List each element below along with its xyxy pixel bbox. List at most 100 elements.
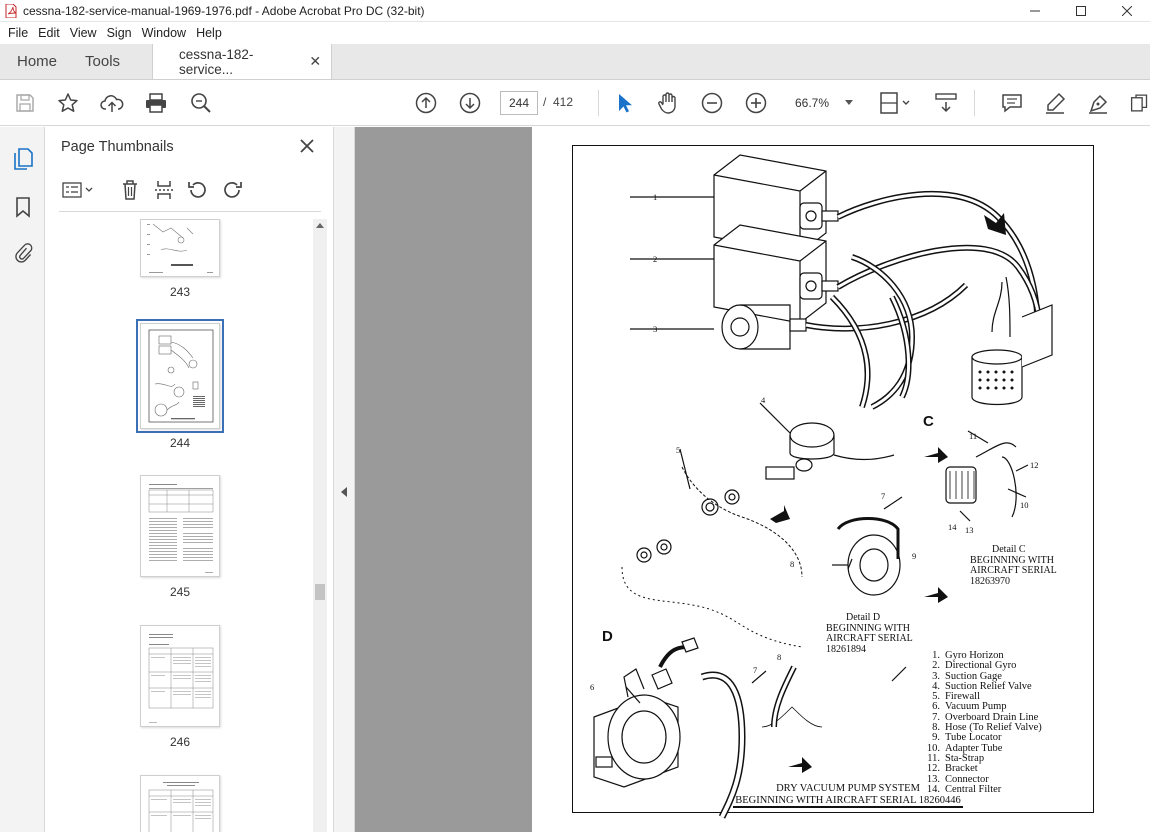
zoom-search-button[interactable] [189,91,213,115]
attachments-toggle[interactable] [11,241,35,265]
callout-number: 4 [761,395,766,405]
comment-button[interactable] [1000,91,1024,115]
menu-help[interactable]: Help [191,26,227,40]
draw-button[interactable] [1087,91,1111,115]
callout-number: 8 [777,652,782,662]
detail-d-line3: AIRCRAFT SERIAL [826,633,913,644]
close-tab-icon[interactable]: ✕ [309,53,321,70]
delete-page-button[interactable] [119,179,141,201]
menu-bar: File Edit View Sign Window Help [0,22,1150,44]
menu-file[interactable]: File [3,26,33,40]
detail-c-caption: Detail C BEGINNING WITH AIRCRAFT SERIAL … [970,544,1057,587]
bookmark-star-button[interactable] [56,91,80,115]
select-tool-button[interactable] [612,91,636,115]
highlight-button[interactable] [1043,91,1067,115]
tab-tools[interactable]: Tools [71,44,134,79]
zoom-out-button[interactable] [700,91,724,115]
next-page-button[interactable] [458,91,482,115]
callout-number: 1 [653,192,658,202]
tab-bar: Home Tools cessna-182-service... ✕ [0,44,1150,80]
more-tools-button[interactable] [1129,91,1150,115]
callout-number: 5 [676,445,681,455]
vacuum-system-illustration [593,154,1053,819]
close-window-button[interactable] [1104,0,1150,22]
close-icon [300,139,314,153]
page-thumbnails-panel: Page Thumbnails 243 244 245 246 [45,127,333,832]
thumbnail-page[interactable] [140,475,220,577]
pen-nib-icon [1089,94,1108,114]
toolbar: 244 / 412 66.7% [0,80,1150,126]
thumbnail-page[interactable] [140,219,220,277]
previous-page-button[interactable] [414,91,438,115]
thumbnail-page-selected[interactable] [136,319,224,433]
maximize-icon [1076,6,1086,16]
hand-icon [658,92,676,114]
minimize-icon [1030,10,1040,12]
thumbnail-page-label: 244 [169,436,191,450]
page-thumbnails-icon [14,148,33,170]
page-fit-button[interactable] [878,91,912,115]
close-panel-button[interactable] [297,136,317,156]
minimize-button[interactable] [1012,0,1058,22]
menu-sign[interactable]: Sign [102,26,137,40]
fit-page-icon [880,92,910,114]
tab-document-label: cessna-182-service... [179,46,254,77]
document-viewer[interactable]: 1 2 3 4 5 7 8 9 11 12 10 14 13 6 7 8 C D… [355,127,1150,832]
thumbnail-list: 243 244 245 246 [45,219,313,832]
collapse-panel-icon[interactable] [341,487,347,497]
bookmark-icon [16,197,30,218]
magnifier-icon [191,93,211,113]
tab-home[interactable]: Home [0,44,71,79]
menu-edit[interactable]: Edit [33,26,65,40]
detail-letter-c: C [923,413,934,430]
close-icon [1122,6,1132,16]
scroll-mode-button[interactable] [934,91,958,115]
highlighter-pen-icon [1046,92,1066,114]
callout-number: 6 [590,682,595,692]
extract-page-button[interactable] [153,179,175,201]
parts-legend: 1. Gyro Horizon 2. Directional Gyro 3. Suct… [924,650,1042,795]
callout-number: 7 [753,665,758,675]
callout-number: 11 [969,431,978,441]
print-button[interactable] [144,91,168,115]
figure-caption-line1: DRY VACUUM PUMP SYSTEM [776,783,920,794]
thumbnail-page-label: 243 [169,285,191,299]
window-title: cessna-182-service-manual-1969-1976.pdf … [23,3,425,18]
save-button[interactable] [13,91,37,115]
page-thumbnails-toggle[interactable] [11,147,35,171]
rotate-left-button[interactable] [187,179,209,201]
maximize-button[interactable] [1058,0,1104,22]
hand-tool-button[interactable] [656,91,680,115]
scrollbar-thumb[interactable] [315,584,325,600]
plus-circle-icon [745,92,767,114]
thumbnail-scrollbar[interactable] [313,219,327,832]
menu-view[interactable]: View [65,26,102,40]
thumbnail-options-button[interactable] [61,179,95,201]
save-icon [16,94,34,112]
callout-number: 2 [653,254,658,264]
tab-document[interactable]: cessna-182-service... ✕ [152,44,333,79]
callout-number: 3 [653,324,658,334]
trash-icon [123,180,137,200]
star-icon [58,93,78,112]
menu-window[interactable]: Window [137,26,191,40]
zoom-in-button[interactable] [744,91,768,115]
share-button[interactable] [100,91,124,115]
chevron-down-icon [845,100,853,105]
panel-title: Page Thumbnails [61,139,174,155]
page-number-input[interactable]: 244 [500,91,538,115]
callout-number: 8 [790,559,795,569]
detail-c-line1: Detail C [992,544,1026,555]
thumbnail-page[interactable] [140,625,220,727]
page-separator: / [543,95,547,109]
zoom-level-dropdown[interactable]: 66.7% [787,91,859,115]
callout-number: 13 [965,525,974,535]
panel-splitter[interactable] [333,127,355,832]
scroll-up-arrow-icon[interactable] [316,223,324,228]
rotate-counterclockwise-icon [188,182,206,198]
bookmarks-toggle[interactable] [11,195,35,219]
arrow-up-circle-icon [415,92,437,114]
thumbnail-page[interactable] [140,775,220,832]
rotate-right-button[interactable] [221,179,243,201]
detail-d-line1: Detail D [846,612,881,623]
